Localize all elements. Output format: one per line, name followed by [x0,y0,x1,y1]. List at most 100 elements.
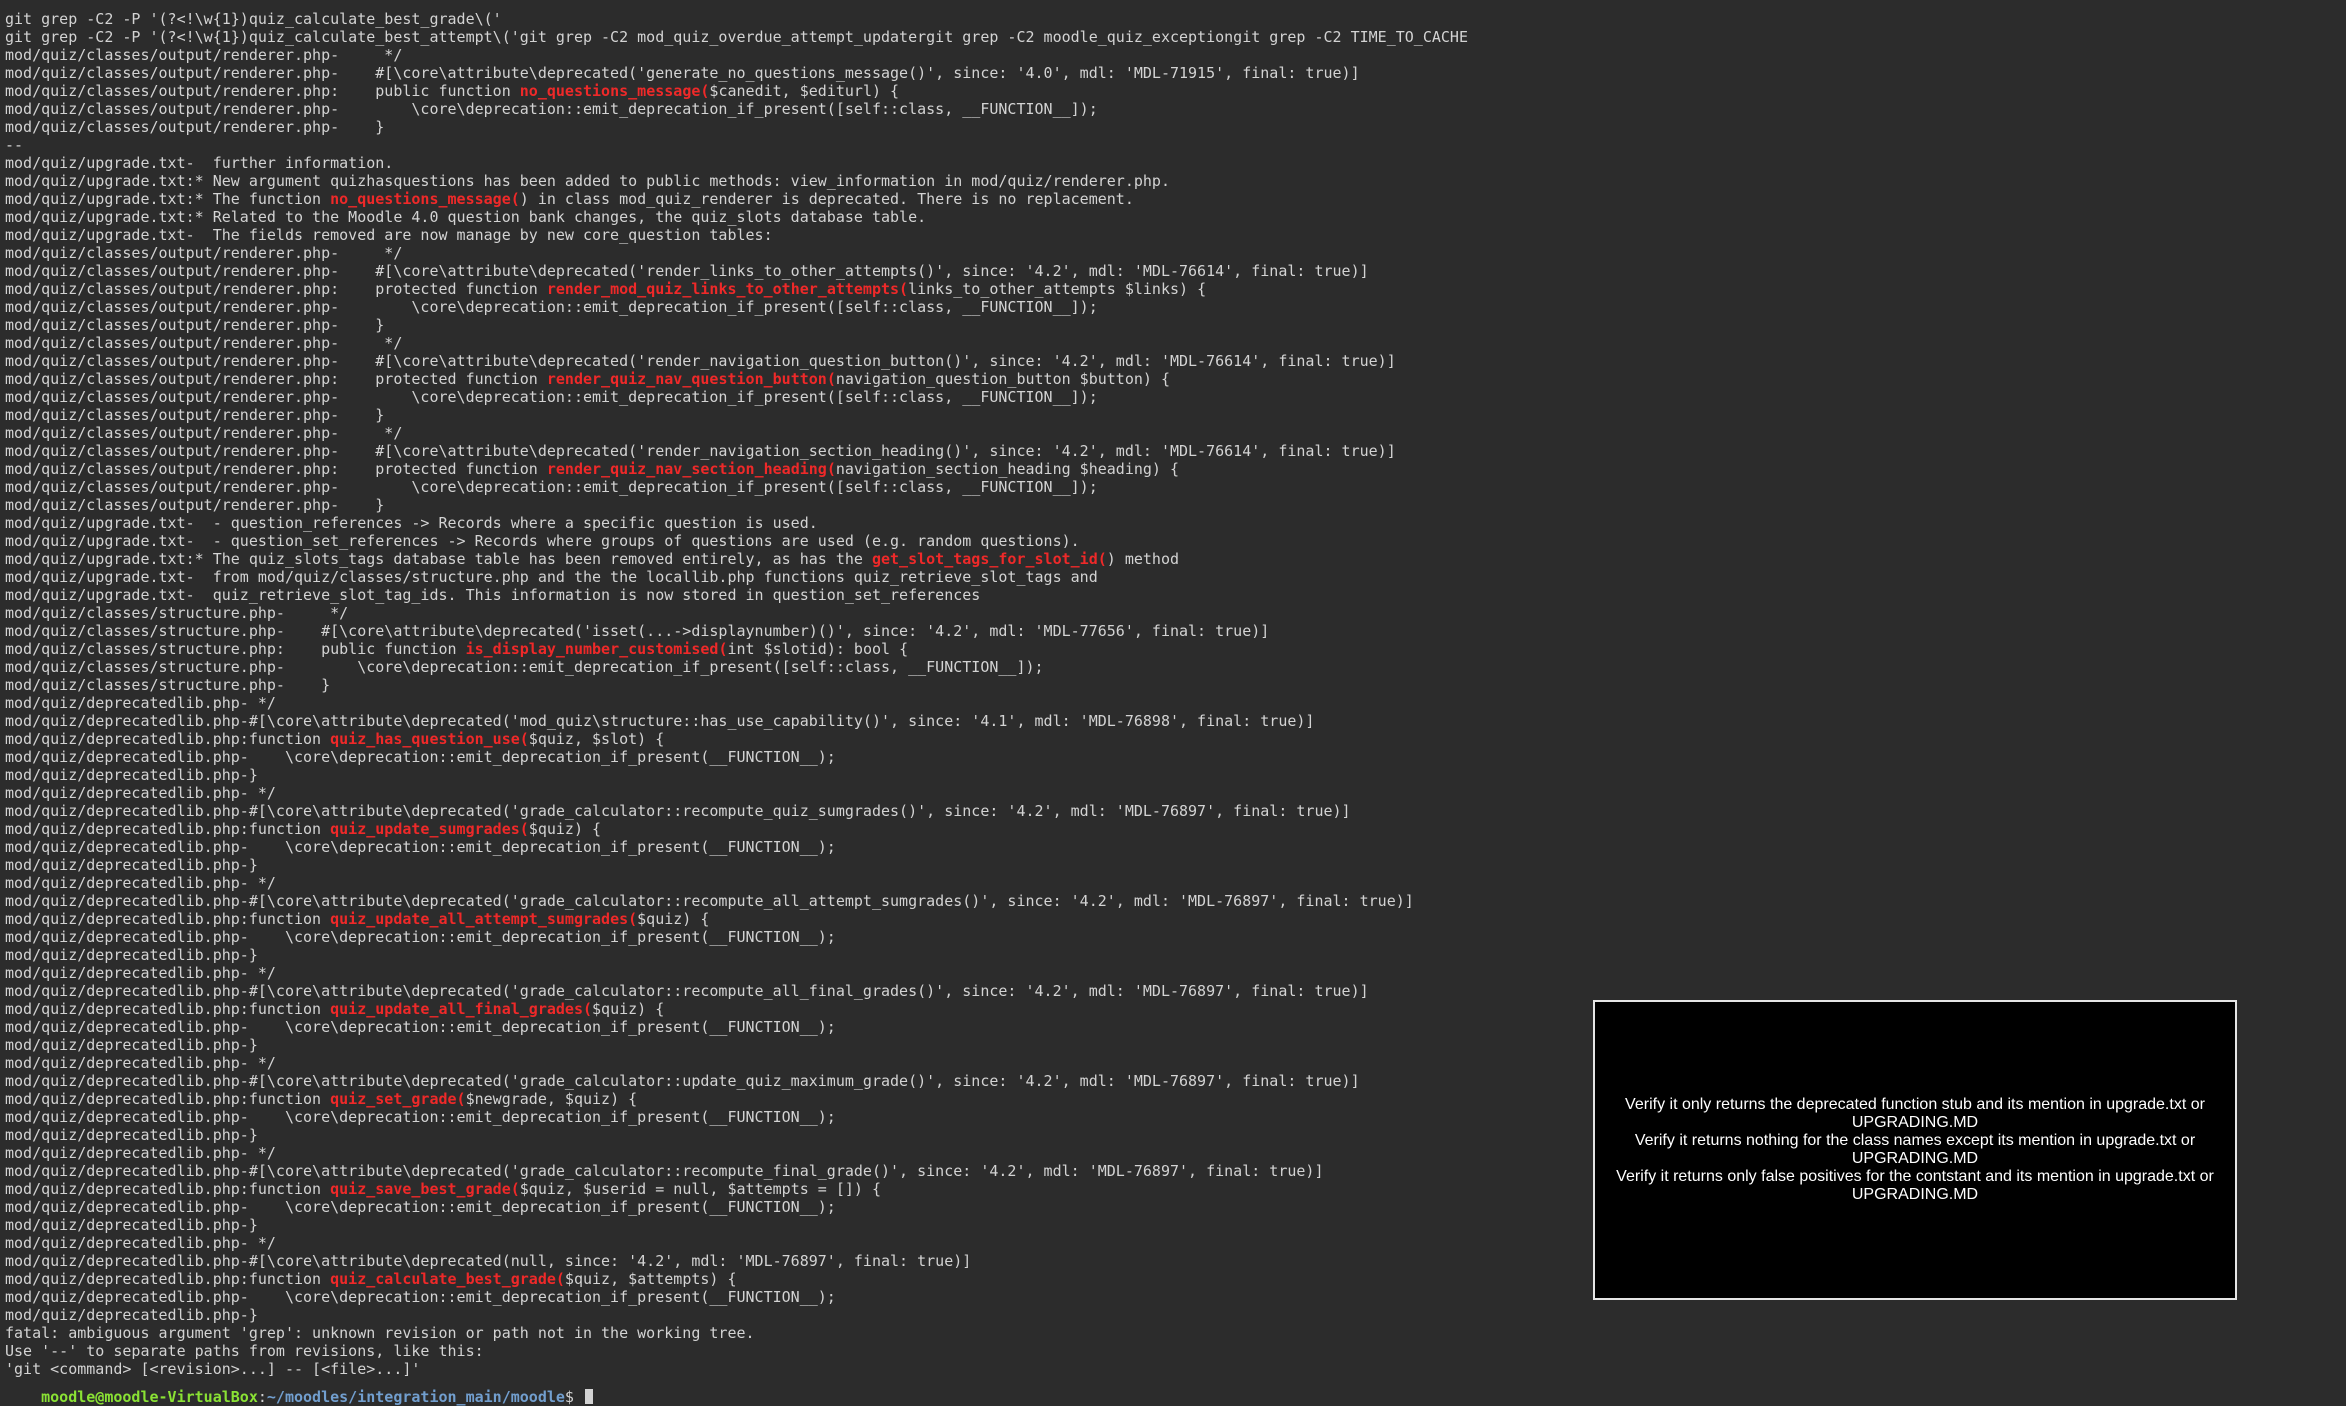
line-text: mod/quiz/classes/output/renderer.php- #[… [5,262,1369,280]
line-text: mod/quiz/classes/output/renderer.php- #[… [5,64,1360,82]
line-text: mod/quiz/classes/output/renderer.php- } [5,496,385,514]
terminal-line: mod/quiz/upgrade.txt- The fields removed… [5,226,1468,244]
instruction-note-1: Verify it only returns the deprecated fu… [1625,1096,2205,1131]
terminal-line: mod/quiz/deprecatedlib.php-} [5,1216,1468,1234]
line-text: mod/quiz/classes/structure.php- #[\core\… [5,622,1270,640]
terminal-line: mod/quiz/deprecatedlib.php-#[\core\attri… [5,802,1468,820]
terminal-line: mod/quiz/deprecatedlib.php- \core\deprec… [5,748,1468,766]
terminal-line: mod/quiz/deprecatedlib.php- */ [5,694,1468,712]
line-text: mod/quiz/upgrade.txt- from mod/quiz/clas… [5,568,1098,586]
terminal-line: mod/quiz/upgrade.txt- quiz_retrieve_slot… [5,586,1468,604]
line-text: mod/quiz/deprecatedlib.php- */ [5,1234,276,1252]
line-text: mod/quiz/upgrade.txt- - question_set_ref… [5,532,1080,550]
terminal-line: -- [5,136,1468,154]
terminal-line: mod/quiz/upgrade.txt- from mod/quiz/clas… [5,568,1468,586]
terminal-line: mod/quiz/deprecatedlib.php:function quiz… [5,820,1468,838]
line-text: mod/quiz/upgrade.txt:* The quiz_slots_ta… [5,550,872,568]
terminal-line: mod/quiz/deprecatedlib.php- */ [5,1234,1468,1252]
match-highlight: render_quiz_nav_question_button( [546,370,836,388]
line-text: $quiz, $userid = null, $attempts = []) { [519,1180,881,1198]
line-text: links_to_other_attempts $links) { [908,280,1207,298]
line-text: $canedit, $editurl) { [709,82,900,100]
line-text: mod/quiz/classes/output/renderer.php- \c… [5,100,1098,118]
terminal-line: mod/quiz/upgrade.txt- further informatio… [5,154,1468,172]
terminal-line: mod/quiz/deprecatedlib.php- */ [5,1144,1468,1162]
terminal-line: mod/quiz/classes/output/renderer.php- } [5,496,1468,514]
terminal-line: mod/quiz/classes/output/renderer.php: pr… [5,460,1468,478]
terminal-line: mod/quiz/deprecatedlib.php- \core\deprec… [5,1288,1468,1306]
terminal-line: mod/quiz/deprecatedlib.php-#[\core\attri… [5,982,1468,1000]
line-text: mod/quiz/deprecatedlib.php:function [5,1180,331,1198]
match-highlight: no_questions_message( [330,190,520,208]
line-text: $quiz) { [637,910,710,928]
terminal-line: mod/quiz/deprecatedlib.php-} [5,1306,1468,1324]
terminal-line: mod/quiz/classes/output/renderer.php- #[… [5,64,1468,82]
terminal-line: mod/quiz/classes/structure.php- \core\de… [5,658,1468,676]
terminal-line: mod/quiz/deprecatedlib.php- \core\deprec… [5,1108,1468,1126]
line-text: mod/quiz/deprecatedlib.php-#[\core\attri… [5,982,1369,1000]
terminal-line: mod/quiz/upgrade.txt:* Related to the Mo… [5,208,1468,226]
line-text: navigation_question_button $button) { [835,370,1170,388]
line-text: mod/quiz/upgrade.txt- The fields removed… [5,226,773,244]
line-text: mod/quiz/deprecatedlib.php-} [5,1036,258,1054]
terminal-line: fatal: ambiguous argument 'grep': unknow… [5,1324,1468,1342]
match-highlight: quiz_set_grade( [330,1090,466,1108]
line-text: mod/quiz/deprecatedlib.php:function [5,1270,331,1288]
line-text: $quiz) { [592,1000,665,1018]
terminal-line: mod/quiz/deprecatedlib.php-} [5,856,1468,874]
shell-prompt[interactable]: moodle@moodle-VirtualBox:~/moodles/integ… [5,1370,593,1406]
line-text: mod/quiz/deprecatedlib.php:function [5,910,331,928]
terminal-line: mod/quiz/upgrade.txt:* The quiz_slots_ta… [5,550,1468,568]
line-text: mod/quiz/classes/structure.php- */ [5,604,349,622]
match-highlight: quiz_update_sumgrades( [330,820,529,838]
terminal-line: mod/quiz/upgrade.txt- - question_referen… [5,514,1468,532]
line-text: git grep -C2 -P '(?<!\w{1})quiz_calculat… [5,10,502,28]
terminal-line: mod/quiz/deprecatedlib.php- \core\deprec… [5,1018,1468,1036]
line-text: fatal: ambiguous argument 'grep': unknow… [5,1324,755,1342]
line-text: mod/quiz/deprecatedlib.php:function [5,730,331,748]
line-text: mod/quiz/upgrade.txt- quiz_retrieve_slot… [5,586,981,604]
line-text: mod/quiz/classes/output/renderer.php- */ [5,46,403,64]
terminal-line: mod/quiz/classes/structure.php- #[\core\… [5,622,1468,640]
match-highlight: quiz_has_question_use( [330,730,529,748]
line-text: mod/quiz/deprecatedlib.php- */ [5,1144,276,1162]
terminal-line: mod/quiz/deprecatedlib.php- */ [5,964,1468,982]
line-text: mod/quiz/classes/output/renderer.php: pu… [5,82,520,100]
line-text: mod/quiz/deprecatedlib.php-} [5,856,258,874]
line-text: mod/quiz/classes/output/renderer.php- } [5,118,385,136]
terminal-line: mod/quiz/deprecatedlib.php-} [5,766,1468,784]
line-text: mod/quiz/deprecatedlib.php-#[\core\attri… [5,712,1315,730]
terminal-line: mod/quiz/upgrade.txt:* The function no_q… [5,190,1468,208]
match-highlight: get_slot_tags_for_slot_id( [871,550,1107,568]
terminal-line: mod/quiz/deprecatedlib.php-#[\core\attri… [5,1162,1468,1180]
terminal-line: mod/quiz/classes/output/renderer.php- \c… [5,388,1468,406]
terminal-line: Use '--' to separate paths from revision… [5,1342,1468,1360]
line-text: mod/quiz/deprecatedlib.php-#[\core\attri… [5,1072,1360,1090]
line-text: mod/quiz/classes/output/renderer.php- #[… [5,442,1396,460]
line-text: $quiz, $attempts) { [564,1270,737,1288]
prompt-symbol: $ [564,1388,583,1406]
terminal-line: mod/quiz/classes/output/renderer.php: pr… [5,280,1468,298]
terminal-line: mod/quiz/deprecatedlib.php- */ [5,874,1468,892]
line-text: mod/quiz/deprecatedlib.php:function [5,820,331,838]
instruction-note-2: Verify it returns nothing for the class … [1634,1132,2196,1167]
terminal-line: mod/quiz/deprecatedlib.php-} [5,1126,1468,1144]
terminal-line: mod/quiz/classes/output/renderer.php- } [5,406,1468,424]
terminal-line: mod/quiz/deprecatedlib.php-#[\core\attri… [5,1072,1468,1090]
line-text: mod/quiz/deprecatedlib.php-} [5,1216,258,1234]
terminal-output: git grep -C2 -P '(?<!\w{1})quiz_calculat… [5,10,1468,1378]
instructions-overlay: Verify it only returns the deprecated fu… [1593,1000,2237,1300]
match-highlight: quiz_update_all_final_grades( [330,1000,593,1018]
terminal-line: mod/quiz/classes/output/renderer.php- */ [5,46,1468,64]
line-text: mod/quiz/deprecatedlib.php:function [5,1090,331,1108]
terminal-line: mod/quiz/deprecatedlib.php- */ [5,784,1468,802]
line-text: mod/quiz/classes/output/renderer.php- #[… [5,352,1396,370]
line-text: mod/quiz/classes/output/renderer.php- */ [5,334,403,352]
terminal-line: mod/quiz/deprecatedlib.php-#[\core\attri… [5,712,1468,730]
prompt-separator: : [257,1388,267,1406]
line-text: mod/quiz/classes/output/renderer.php- } [5,316,385,334]
line-text: mod/quiz/deprecatedlib.php:function [5,1000,331,1018]
line-text: Use '--' to separate paths from revision… [5,1342,484,1360]
terminal-line: mod/quiz/classes/output/renderer.php- #[… [5,262,1468,280]
line-text: mod/quiz/classes/output/renderer.php: pr… [5,280,547,298]
